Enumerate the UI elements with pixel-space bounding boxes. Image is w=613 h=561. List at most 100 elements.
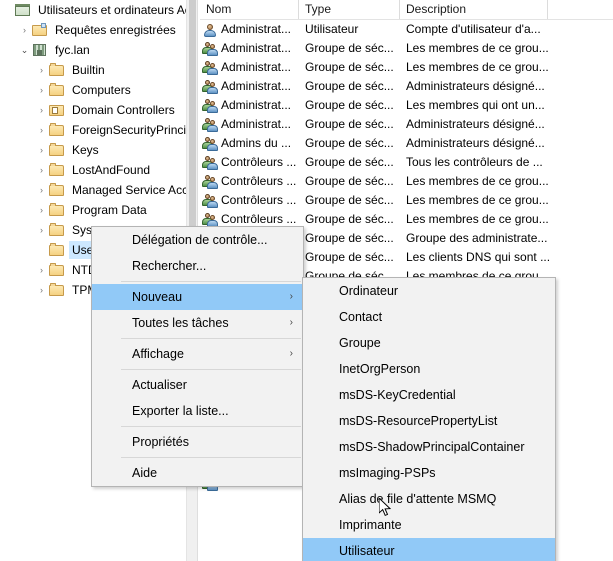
chevron-right-icon[interactable]: › <box>34 80 49 100</box>
menu-separator <box>121 369 301 370</box>
menu-item-utilisateur[interactable]: Utilisateur <box>303 538 555 561</box>
context-menu-items[interactable]: Délégation de contrôle... Rechercher... No… <box>92 227 303 486</box>
tree-item-domain-controllers[interactable]: › Domain Controllers <box>0 100 186 120</box>
tree-item-builtin[interactable]: › Builtin <box>0 60 186 80</box>
active-directory-users-and-computers-window: Utilisateurs et ordinateurs Active › Requê… <box>0 0 613 561</box>
tree-item-label: LostAndFound <box>72 163 151 177</box>
menu-item-actualiser[interactable]: Actualiser <box>92 372 303 398</box>
menu-item-ordinateur[interactable]: Ordinateur <box>303 278 555 304</box>
folder-icon <box>49 162 65 178</box>
menu-item-alias-de-file-d-attente-msmq[interactable]: Alias de file d'attente MSMQ <box>303 486 555 512</box>
folder-icon <box>49 262 65 278</box>
tree-item-fyc-lan[interactable]: ⌄ fyc.lan <box>0 40 186 60</box>
chevron-right-icon[interactable]: › <box>17 20 32 40</box>
list-column-headers[interactable]: Nom Type Description <box>200 0 613 20</box>
tree-scrollbar-thumb[interactable] <box>189 0 196 240</box>
list-row[interactable]: Administrat... Groupe de séc... Les membre… <box>200 39 613 58</box>
menu-item-groupe[interactable]: Groupe <box>303 330 555 356</box>
column-header-description[interactable]: Description <box>400 0 548 19</box>
menu-item-label: Toutes les tâches <box>132 316 229 330</box>
tree-item-lostandfound[interactable]: › LostAndFound <box>0 160 186 180</box>
tree-item-keys[interactable]: › Keys <box>0 140 186 160</box>
menu-item-msds-resourcepropertylist[interactable]: msDS-ResourcePropertyList <box>303 408 555 434</box>
tree-item-computers[interactable]: › Computers <box>0 80 186 100</box>
menu-item-rechercher[interactable]: Rechercher... <box>92 253 303 279</box>
group-member-front <box>207 176 218 190</box>
column-header-type[interactable]: Type <box>299 0 400 19</box>
chevron-right-icon[interactable]: › <box>34 220 49 240</box>
tree-item-utilisateurs-et-ordinateurs-active[interactable]: Utilisateurs et ordinateurs Active <box>0 0 186 20</box>
menu-item-label: Ordinateur <box>339 284 399 298</box>
menu-item-msds-shadowprincipalcontainer[interactable]: msDS-ShadowPrincipalContainer <box>303 434 555 460</box>
group-member-front <box>207 119 218 133</box>
tree-item-label: Builtin <box>72 63 105 77</box>
object-name: Contrôleurs ... <box>221 174 297 188</box>
cell-description: Tous les contrôleurs de ... <box>406 155 543 169</box>
menu-item-imprimante[interactable]: Imprimante <box>303 512 555 538</box>
cell-type: Groupe de séc... <box>305 117 394 131</box>
list-row[interactable]: Administrat... Groupe de séc... Administra… <box>200 77 613 96</box>
menu-item-toutes-les-t-ches[interactable]: Toutes les tâches › <box>92 310 303 336</box>
tree-item-program-data[interactable]: › Program Data <box>0 200 186 220</box>
new-submenu[interactable]: Ordinateur Contact Groupe InetOrgPerson msDS… <box>302 277 556 561</box>
menu-item-label: msDS-ResourcePropertyList <box>339 414 498 428</box>
menu-item-nouveau[interactable]: Nouveau › <box>92 284 303 310</box>
tree-item-managed-service-accounts[interactable]: › Managed Service Accounts <box>0 180 186 200</box>
folder-icon <box>49 282 65 298</box>
group-icon <box>202 41 218 57</box>
chevron-right-icon[interactable]: › <box>34 160 49 180</box>
console-icon <box>15 2 31 18</box>
menu-item-contact[interactable]: Contact <box>303 304 555 330</box>
cell-description: Les membres de ce grou... <box>406 41 549 55</box>
menu-item-inetorgperson[interactable]: InetOrgPerson <box>303 356 555 382</box>
submenu-chevron-right-icon: › <box>289 317 293 328</box>
cell-name: Contrôleurs ... <box>200 153 299 172</box>
menu-item-msds-keycredential[interactable]: msDS-KeyCredential <box>303 382 555 408</box>
tree-item-foreignsecurityprincipals[interactable]: › ForeignSecurityPrincipals <box>0 120 186 140</box>
context-menu-inner: Délégation de contrôle... Rechercher... No… <box>92 227 303 486</box>
chevron-right-icon[interactable]: › <box>34 60 49 80</box>
list-row[interactable]: Admins du ... Groupe de séc... Administrat… <box>200 134 613 153</box>
menu-item-affichage[interactable]: Affichage › <box>92 341 303 367</box>
object-name: Administrat... <box>221 41 292 55</box>
menu-item-d-l-gation-de-contr-le[interactable]: Délégation de contrôle... <box>92 227 303 253</box>
saved-query-folder-icon <box>32 22 48 38</box>
list-row[interactable]: Administrat... Groupe de séc... Administra… <box>200 115 613 134</box>
menu-item-label: Délégation de contrôle... <box>132 233 268 247</box>
menu-item-propri-t-s[interactable]: Propriétés <box>92 429 303 455</box>
list-row[interactable]: Contrôleurs ... Groupe de séc... Les membr… <box>200 191 613 210</box>
tree-item-requ-tes-enregistr-es[interactable]: › Requêtes enregistrées <box>0 20 186 40</box>
column-header-nom[interactable]: Nom <box>200 0 299 19</box>
group-icon <box>202 117 218 133</box>
chevron-right-icon[interactable]: › <box>34 180 49 200</box>
cell-description: Compte d'utilisateur d'a... <box>406 22 541 36</box>
chevron-right-icon[interactable]: › <box>34 100 49 120</box>
menu-item-label: Groupe <box>339 336 381 350</box>
cell-type: Groupe de séc... <box>305 98 394 112</box>
cell-type: Groupe de séc... <box>305 79 394 93</box>
group-member-front <box>207 195 218 209</box>
menu-item-msimaging-psps[interactable]: msImaging-PSPs <box>303 460 555 486</box>
chevron-right-icon[interactable]: › <box>34 280 49 300</box>
list-row[interactable]: Administrat... Groupe de séc... Les membre… <box>200 96 613 115</box>
list-row[interactable]: Administrat... Utilisateur Compte d'utilis… <box>200 20 613 39</box>
list-row[interactable]: Contrôleurs ... Groupe de séc... Les membr… <box>200 172 613 191</box>
group-member-front <box>207 62 218 76</box>
chevron-right-icon[interactable]: › <box>34 140 49 160</box>
new-submenu-items[interactable]: Ordinateur Contact Groupe InetOrgPerson msDS… <box>303 278 555 561</box>
chevron-right-icon[interactable]: › <box>34 260 49 280</box>
list-row[interactable]: Contrôleurs ... Groupe de séc... Tous les … <box>200 153 613 172</box>
menu-item-label: Contact <box>339 310 383 324</box>
chevron-right-icon[interactable]: › <box>34 200 49 220</box>
cell-type: Groupe de séc... <box>305 193 394 207</box>
tree-item-label: Program Data <box>72 203 147 217</box>
menu-item-exporter-la-liste[interactable]: Exporter la liste... <box>92 398 303 424</box>
menu-item-aide[interactable]: Aide <box>92 460 303 486</box>
list-row[interactable]: Administrat... Groupe de séc... Les membre… <box>200 58 613 77</box>
chevron-down-icon[interactable]: ⌄ <box>17 40 32 60</box>
chevron-right-icon[interactable]: › <box>34 120 49 140</box>
context-menu[interactable]: Délégation de contrôle... Rechercher... No… <box>91 226 304 487</box>
object-name: Administrat... <box>221 98 292 112</box>
menu-item-label: Aide <box>132 466 158 480</box>
folder-icon <box>49 62 65 78</box>
